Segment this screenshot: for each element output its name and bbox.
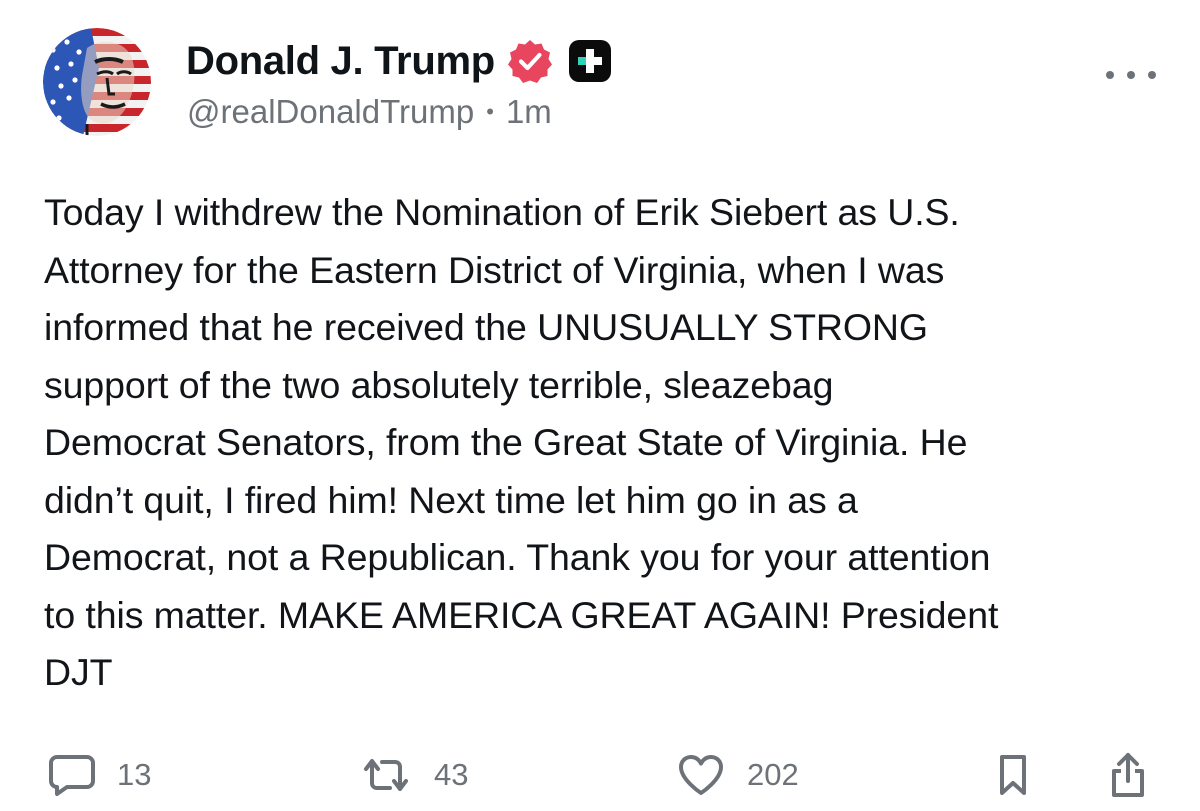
display-name[interactable]: Donald J. Trump xyxy=(186,39,495,84)
heart-icon xyxy=(679,755,723,795)
reply-count: 13 xyxy=(117,757,152,792)
action-bar: 13 43 202 xyxy=(0,748,1200,802)
reply-button[interactable]: 13 xyxy=(49,748,151,802)
like-button[interactable]: 202 xyxy=(677,748,799,802)
like-count: 202 xyxy=(747,757,799,792)
bookmark-icon xyxy=(1000,755,1026,795)
share-icon xyxy=(1112,753,1144,797)
flag-portrait-avatar xyxy=(43,28,151,136)
share-button[interactable] xyxy=(1108,748,1148,802)
more-options-button[interactable] xyxy=(1106,60,1156,90)
repost-count: 43 xyxy=(434,757,469,792)
repost-icon xyxy=(364,759,408,791)
reply-icon xyxy=(49,755,95,796)
dot-icon xyxy=(1148,71,1156,79)
dot-icon xyxy=(1106,71,1114,79)
author-meta: @realDonaldTrump • 1m xyxy=(187,93,552,131)
avatar[interactable] xyxy=(43,28,151,136)
post-timestamp[interactable]: 1m xyxy=(506,93,552,131)
separator-dot: • xyxy=(486,99,494,124)
bookmark-button[interactable] xyxy=(997,748,1029,802)
author-handle[interactable]: @realDonaldTrump xyxy=(187,93,474,131)
author-name-row: Donald J. Trump xyxy=(186,34,611,88)
plus-badge-icon xyxy=(568,40,611,82)
post-card: Donald J. Trump @realDonaldTrump • 1m To… xyxy=(0,0,1200,811)
post-text: Today I withdrew the Nomination of Erik … xyxy=(44,191,999,693)
verified-badge-icon xyxy=(507,40,552,83)
dot-icon xyxy=(1127,71,1135,79)
repost-button[interactable]: 43 xyxy=(360,748,468,802)
